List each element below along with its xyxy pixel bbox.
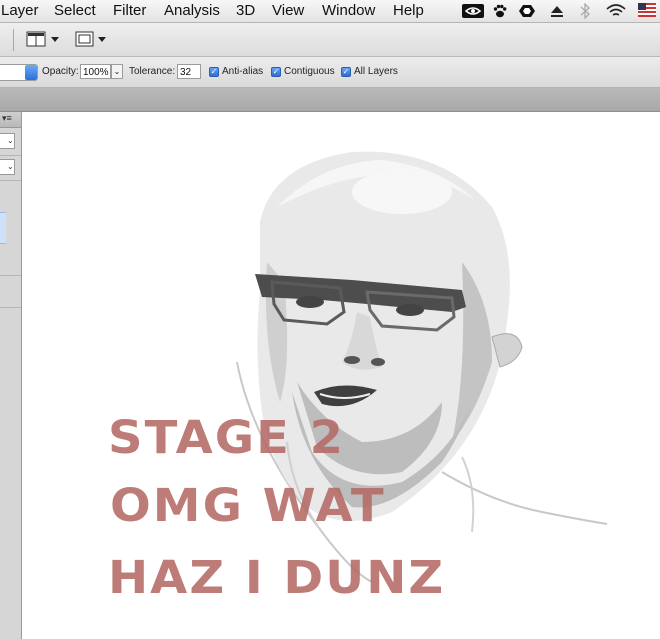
eject-icon[interactable] (549, 3, 565, 19)
flag-us-icon[interactable] (638, 3, 656, 19)
document-tab-strip (0, 88, 660, 112)
opacity-input[interactable]: 100% (80, 64, 111, 79)
anti-alias-label: Anti-alias (222, 66, 264, 77)
menu-layer[interactable]: Layer (1, 2, 39, 19)
stage-text-line-1: STAGE 2 (108, 411, 346, 465)
opacity-label: Opacity: (42, 66, 79, 77)
menu-window[interactable]: Window (322, 2, 375, 19)
bluetooth-icon[interactable] (579, 3, 591, 19)
menu-view[interactable]: View (272, 2, 304, 19)
wifi-icon[interactable] (605, 3, 627, 19)
opacity-dropdown-button[interactable]: ⌄ (111, 64, 123, 79)
hexagon-icon[interactable] (518, 3, 536, 19)
tolerance-input[interactable]: 32 (177, 64, 201, 79)
application-bar (0, 23, 660, 57)
menu-analysis[interactable]: Analysis (164, 2, 220, 19)
panel-divider (0, 180, 21, 181)
layer-row-divider (0, 307, 21, 308)
document-canvas[interactable]: STAGE 2 OMG WAT HAZ I DUNZ (22, 112, 660, 639)
stage-text-line-2: OMG WAT (110, 479, 386, 533)
stage-text-line-3: HAZ I DUNZ (108, 551, 446, 605)
paw-icon[interactable] (492, 3, 508, 19)
arrange-documents-icon[interactable] (26, 31, 62, 47)
screen-mode-icon[interactable] (75, 31, 109, 47)
menu-bar: Layer Select Filter Analysis 3D View Win… (0, 0, 660, 23)
layers-panel: ▾≡ ⌄ ⌄ (0, 112, 22, 639)
selected-layer-row[interactable] (0, 212, 6, 244)
menu-help[interactable]: Help (393, 2, 424, 19)
panel-menu-icon[interactable]: ▾≡ (2, 113, 12, 124)
panel-divider (0, 155, 21, 156)
anti-alias-checkbox[interactable]: ✓ (209, 67, 219, 77)
nvidia-icon[interactable] (461, 3, 485, 19)
menu-select[interactable]: Select (54, 2, 96, 19)
menu-filter[interactable]: Filter (113, 2, 146, 19)
all-layers-label: All Layers (354, 66, 398, 77)
layer-row-divider (0, 275, 21, 276)
blend-dropdown-chevron-icon[interactable]: ⌄ (7, 134, 16, 148)
panel-header: ▾≡ (0, 112, 21, 128)
menu-3d[interactable]: 3D (236, 2, 255, 19)
all-layers-checkbox[interactable]: ✓ (341, 67, 351, 77)
toolbar-divider (13, 29, 14, 51)
contiguous-label: Contiguous (284, 66, 335, 77)
tolerance-label: Tolerance: (129, 66, 176, 77)
contiguous-checkbox[interactable]: ✓ (271, 67, 281, 77)
mode-dropdown-arrows-icon[interactable] (25, 65, 37, 80)
fill-dropdown-chevron-icon[interactable]: ⌄ (7, 160, 16, 174)
tool-options-bar: Opacity: 100% ⌄ Tolerance: 32 ✓ Anti-ali… (0, 57, 660, 88)
